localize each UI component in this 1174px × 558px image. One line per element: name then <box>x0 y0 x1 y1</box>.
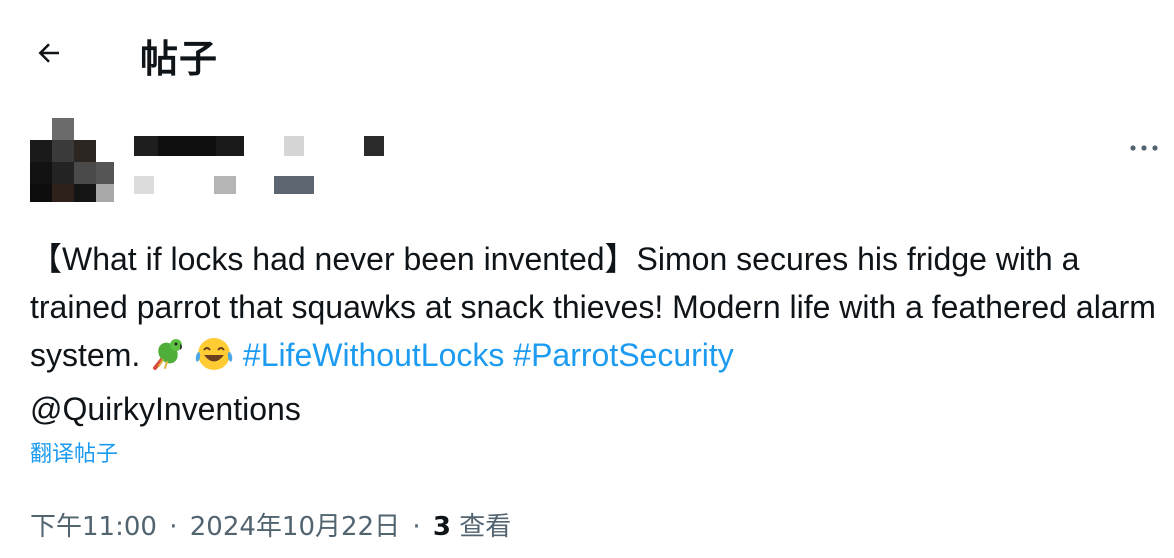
avatar[interactable] <box>30 118 114 202</box>
parrot-emoji <box>149 337 185 385</box>
post-text: 【What if locks had never been invented】S… <box>30 235 1160 433</box>
display-name-redacted[interactable] <box>134 136 394 160</box>
post-date-link[interactable]: 2024年10月22日 <box>190 512 400 542</box>
page-title: 帖子 <box>140 37 219 81</box>
hashtag-link[interactable]: #ParrotSecurity <box>513 337 734 373</box>
views-label: 查看 <box>459 512 512 542</box>
separator-dot: · <box>412 512 421 542</box>
tears-of-joy-emoji <box>194 336 234 385</box>
arrow-left-icon <box>38 43 59 63</box>
translate-post-link[interactable]: 翻译帖子 <box>30 436 118 468</box>
views-count: 3 <box>432 512 451 542</box>
hashtag-link[interactable]: #LifeWithoutLocks <box>243 337 504 373</box>
more-horizontal-icon <box>1130 145 1158 151</box>
post-author <box>30 114 1158 206</box>
post-time-link[interactable]: 下午11:00 <box>30 512 157 542</box>
page-header: 帖子 <box>0 0 1174 100</box>
back-button[interactable] <box>26 30 72 76</box>
post-metadata: 下午11:00 · 2024年10月22日 · 3 查看 <box>30 506 511 543</box>
handle-redacted[interactable] <box>134 176 354 196</box>
more-options-button[interactable] <box>1124 134 1164 162</box>
mention-text: @QuirkyInventions <box>30 391 301 427</box>
separator-dot: · <box>169 512 178 542</box>
